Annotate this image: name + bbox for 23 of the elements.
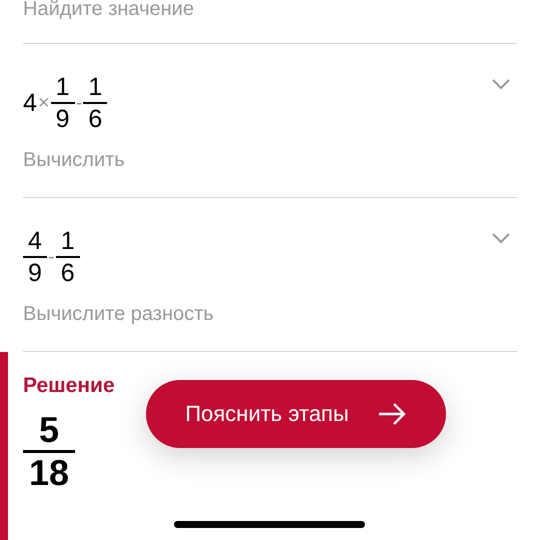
math-operator: - xyxy=(48,246,55,268)
math-number: 4 xyxy=(23,88,37,118)
denominator: 9 xyxy=(28,258,42,288)
chevron-icon[interactable] xyxy=(491,78,511,90)
chevron-icon[interactable] xyxy=(491,232,511,244)
fraction-bar xyxy=(23,450,75,453)
numerator: 1 xyxy=(60,226,75,256)
math-operator: - xyxy=(76,92,82,114)
denominator: 9 xyxy=(56,104,70,134)
denominator: 18 xyxy=(28,453,70,493)
numerator: 5 xyxy=(38,410,60,450)
step-label: Вычислите разность xyxy=(23,302,215,326)
solution-title: Решение xyxy=(23,374,115,398)
denominator: 6 xyxy=(60,258,75,288)
numerator: 1 xyxy=(88,72,102,102)
math-operator: × xyxy=(38,92,50,114)
step-label: Вычислить xyxy=(23,148,126,172)
denominator: 6 xyxy=(88,104,102,134)
explain-steps-button[interactable]: Пояснить этапы xyxy=(146,380,446,448)
numerator: 4 xyxy=(28,226,42,256)
numerator: 1 xyxy=(56,72,70,102)
arrow-right-icon xyxy=(376,402,407,426)
step-label: Найдите значение xyxy=(23,0,195,19)
